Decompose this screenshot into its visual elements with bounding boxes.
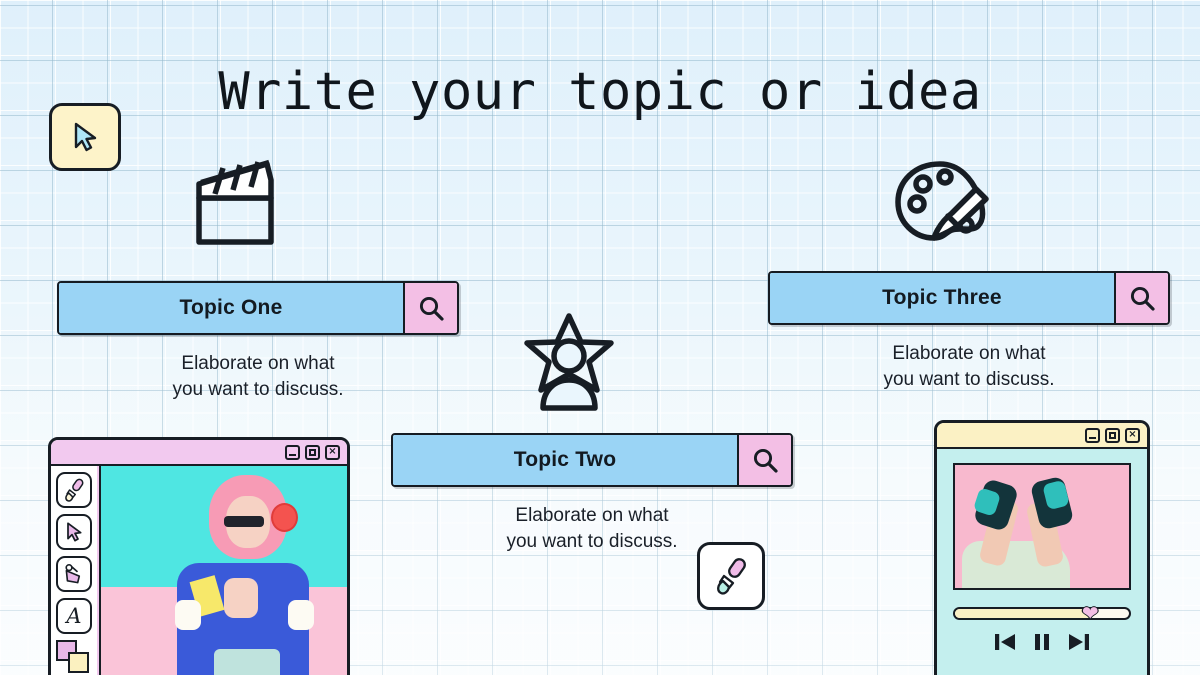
search-button-topic-two[interactable] (737, 435, 791, 485)
search-input-topic-three[interactable]: Topic Three (770, 273, 1114, 323)
photo-sleeve-left (174, 599, 201, 630)
paint-window-body: A (51, 466, 347, 675)
progress-fill (955, 609, 1091, 618)
brush-tool[interactable] (56, 472, 92, 508)
maximize-button[interactable] (1105, 427, 1120, 443)
close-button[interactable]: × (325, 444, 340, 460)
minimize-button[interactable] (1085, 427, 1100, 443)
transport-controls[interactable] (953, 632, 1131, 652)
pause-button[interactable] (1033, 632, 1051, 652)
minimize-glyph (1089, 436, 1096, 439)
pause-icon (1035, 634, 1049, 650)
previous-button[interactable] (994, 632, 1016, 652)
skip-forward-icon (1069, 634, 1089, 650)
search-bar-topic-two[interactable]: Topic Two (391, 433, 793, 487)
paint-bucket-icon (65, 564, 81, 584)
caption-line-1: Elaborate on what (515, 505, 669, 526)
paintbrush-icon (717, 558, 746, 595)
text-a-icon: A (66, 604, 82, 628)
maximize-glyph (309, 448, 316, 456)
search-input-topic-one[interactable]: Topic One (59, 283, 403, 333)
cursor-arrow-icon (74, 122, 97, 152)
fill-tool[interactable] (56, 556, 92, 592)
paint-toolbar[interactable]: A (51, 466, 99, 675)
maximize-glyph (1109, 431, 1116, 439)
media-window-titlebar[interactable]: × (937, 423, 1147, 449)
caption-line-1: Elaborate on what (181, 353, 335, 374)
search-button-topic-one[interactable] (403, 283, 457, 333)
photo-headphone (270, 502, 298, 532)
minimize-button[interactable] (285, 444, 300, 460)
search-input-topic-two[interactable]: Topic Two (393, 435, 737, 485)
caption-line-2: you want to discuss. (506, 531, 678, 553)
topic-caption-three: Elaborate on what you want to discuss. (768, 341, 1170, 393)
topic-block-three: Topic Three Elaborate on what you want t… (768, 271, 1170, 393)
select-tool[interactable] (56, 514, 92, 550)
palette-brush-icon (890, 158, 996, 254)
search-bar-topic-three[interactable]: Topic Three (768, 271, 1170, 325)
search-button-topic-three[interactable] (1114, 273, 1168, 323)
slide-canvas: Write your topic or idea Topic One Elabo… (0, 0, 1200, 675)
close-button[interactable]: × (1125, 427, 1140, 443)
search-icon (753, 448, 778, 473)
heart-handle-icon[interactable]: ❤ (1082, 603, 1099, 623)
search-icon (419, 296, 444, 321)
color-swatches[interactable] (56, 640, 92, 674)
caption-line-1: Elaborate on what (892, 343, 1046, 364)
minimize-glyph (289, 453, 296, 456)
paint-app-window[interactable]: × A (48, 437, 350, 675)
cursor-chip[interactable] (49, 103, 121, 171)
paint-canvas-photo (99, 466, 347, 675)
photo-shorts (214, 649, 281, 675)
swatch-cream[interactable] (68, 652, 89, 673)
search-icon (1130, 286, 1155, 311)
star-person-icon (519, 312, 619, 412)
topic-caption-two: Elaborate on what you want to discuss. (391, 503, 793, 555)
search-bar-topic-one[interactable]: Topic One (57, 281, 459, 335)
paint-window-titlebar[interactable]: × (51, 440, 347, 466)
progress-track[interactable] (953, 607, 1131, 620)
clapperboard-icon (193, 150, 281, 248)
album-art (953, 463, 1131, 590)
topic-block-one: Topic One Elaborate on what you want to … (57, 281, 459, 403)
caption-line-2: you want to discuss. (883, 369, 1055, 391)
photo-sleeve-right (287, 599, 314, 630)
topic-caption-one: Elaborate on what you want to discuss. (57, 351, 459, 403)
photo-sunglasses (224, 515, 264, 527)
maximize-button[interactable] (305, 444, 320, 460)
text-tool[interactable]: A (56, 598, 92, 634)
progress-slider[interactable]: ❤ (953, 603, 1131, 623)
skip-back-icon (995, 634, 1015, 650)
caption-line-2: you want to discuss. (172, 379, 344, 401)
paintbrush-icon (65, 478, 84, 502)
media-player-window[interactable]: × ❤ (934, 420, 1150, 675)
page-title: Write your topic or idea (218, 62, 982, 122)
next-button[interactable] (1068, 632, 1090, 652)
cursor-arrow-icon (67, 522, 82, 542)
topic-block-two: Topic Two Elaborate on what you want to … (391, 433, 793, 555)
media-window-body: ❤ (937, 449, 1147, 675)
photo-hands (224, 578, 258, 619)
